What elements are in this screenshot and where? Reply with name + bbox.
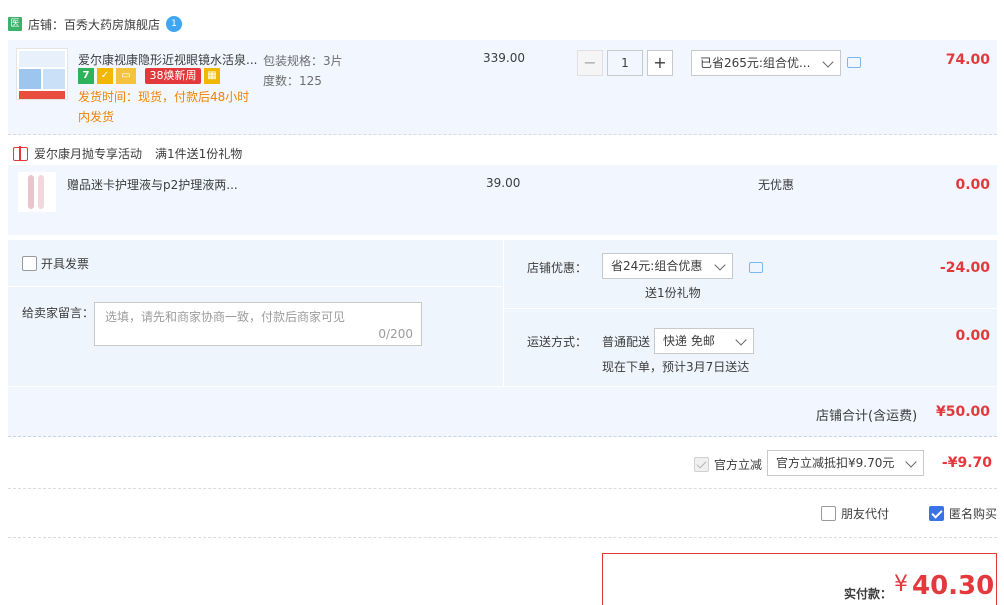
- shop-name[interactable]: 店铺：百秀大药房旗舰店: [28, 16, 160, 33]
- official-discount-amount: -¥9.70: [941, 455, 992, 471]
- gift-icon: [13, 145, 28, 161]
- delivery-value: 快递 免邮: [663, 334, 715, 348]
- product-tags: 7 ✓ ▭ 38焕新周 ▦: [78, 68, 220, 84]
- spec-pack: 包装规格：3片: [263, 54, 343, 68]
- message-label: 给卖家留言：: [22, 306, 95, 320]
- message-counter: 0/200: [378, 327, 413, 341]
- panel-divider: [8, 286, 502, 287]
- delivery-label: 运送方式：: [527, 335, 588, 349]
- anonymous-label: 匿名购买: [949, 507, 998, 521]
- panel-divider: [503, 240, 504, 386]
- chevron-down-icon: [735, 334, 747, 346]
- product-title[interactable]: 爱尔康视康隐形近视眼镜水活泉...: [78, 51, 257, 68]
- message-placeholder: 选填，请先和商家协商一致，付款后商家可见: [105, 310, 346, 324]
- divider: [8, 537, 997, 538]
- decrease-button[interactable]: −: [577, 50, 603, 76]
- chevron-down-icon: [714, 259, 726, 271]
- gift-amount: 0.00: [955, 177, 990, 193]
- delivery-select[interactable]: 快递 免邮: [654, 328, 754, 354]
- friend-pay-label: 朋友代付: [841, 507, 890, 521]
- official-discount-label: 官方立减: [714, 458, 763, 472]
- shop-chat-icon[interactable]: 1: [166, 16, 183, 32]
- spec-degree: 度数：125: [263, 74, 322, 88]
- anonymous-option[interactable]: 匿名购买: [929, 505, 997, 522]
- official-discount-checkbox: [694, 457, 709, 472]
- quantity-input[interactable]: 1: [607, 50, 643, 76]
- official-discount-option: 官方立减: [694, 456, 762, 473]
- friend-pay-option[interactable]: 朋友代付: [821, 505, 889, 522]
- store-discount-label: 店铺优惠：: [527, 261, 588, 275]
- comment-icon[interactable]: [749, 262, 763, 273]
- panel-divider: [504, 308, 997, 309]
- delivery-amount: 0.00: [955, 328, 990, 344]
- card-pay-icon: ▭: [116, 68, 136, 84]
- store-discount-note: 送1份礼物: [645, 286, 701, 300]
- message-textarea[interactable]: 选填，请先和商家协商一致，付款后商家可见 0/200: [94, 302, 422, 346]
- authentic-icon: ✓: [97, 68, 113, 84]
- invoice-label: 开具发票: [41, 257, 90, 271]
- quantity-stepper: − 1 +: [577, 50, 673, 76]
- gift-discount: 无优惠: [758, 178, 795, 192]
- store-discount-select[interactable]: 省24元:组合优惠: [602, 253, 733, 279]
- item-discount-select[interactable]: 已省265元:组合优...: [691, 50, 841, 76]
- seven-day-return-icon: 7: [78, 68, 94, 84]
- grid-icon: ▦: [204, 68, 220, 84]
- shipping-time: 发货时间：现货，付款后48小时内发货: [78, 90, 250, 124]
- delivery-note: 现在下单，预计3月7日送达: [602, 360, 750, 374]
- invoice-checkbox[interactable]: [22, 256, 37, 271]
- subtotal-label: 店铺合计(含运费): [816, 409, 918, 424]
- gift-thumbnail[interactable]: [18, 172, 56, 212]
- payment-label: 实付款：: [844, 587, 893, 601]
- delivery-method: 普通配送: [602, 335, 651, 349]
- gift-rule: 满1件送1份礼物: [155, 147, 243, 161]
- gift-price: 39.00: [486, 176, 521, 190]
- store-discount-value: 省24元:组合优惠: [611, 259, 703, 273]
- shop-header: 医 店铺：百秀大药房旗舰店 1: [8, 14, 183, 34]
- invoice-option[interactable]: 开具发票: [22, 255, 89, 272]
- gift-heading: 爱尔康月抛专享活动 满1件送1份礼物: [13, 145, 242, 162]
- increase-button[interactable]: +: [647, 50, 673, 76]
- comment-icon[interactable]: [847, 57, 861, 68]
- friend-pay-checkbox[interactable]: [821, 506, 836, 521]
- item-discount-value: 已省265元:组合优...: [700, 56, 811, 70]
- official-discount-value: 官方立减抵扣¥9.70元: [776, 456, 895, 470]
- official-discount-select[interactable]: 官方立减抵扣¥9.70元: [767, 450, 924, 476]
- subtotal-amount: ¥50.00: [935, 404, 990, 420]
- product-spec: 包装规格：3片 度数：125: [263, 51, 343, 91]
- unit-price: 339.00: [483, 51, 525, 65]
- pharmacy-icon: 医: [8, 17, 22, 31]
- payment-currency: ¥: [894, 572, 908, 597]
- anonymous-checkbox[interactable]: [929, 506, 944, 521]
- gift-title[interactable]: 赠品迷卡护理液与p2护理液两...: [67, 176, 238, 193]
- payment-amount: 40.30: [912, 571, 995, 601]
- item-amount: 74.00: [945, 52, 990, 68]
- store-discount-amount: -24.00: [939, 260, 990, 276]
- chevron-down-icon: [905, 456, 917, 468]
- chevron-down-icon: [822, 56, 834, 68]
- gift-activity-name: 爱尔康月抛专享活动: [34, 147, 143, 161]
- product-thumbnail[interactable]: [16, 48, 68, 100]
- promo-badge: 38焕新周: [145, 68, 201, 84]
- divider: [8, 488, 997, 489]
